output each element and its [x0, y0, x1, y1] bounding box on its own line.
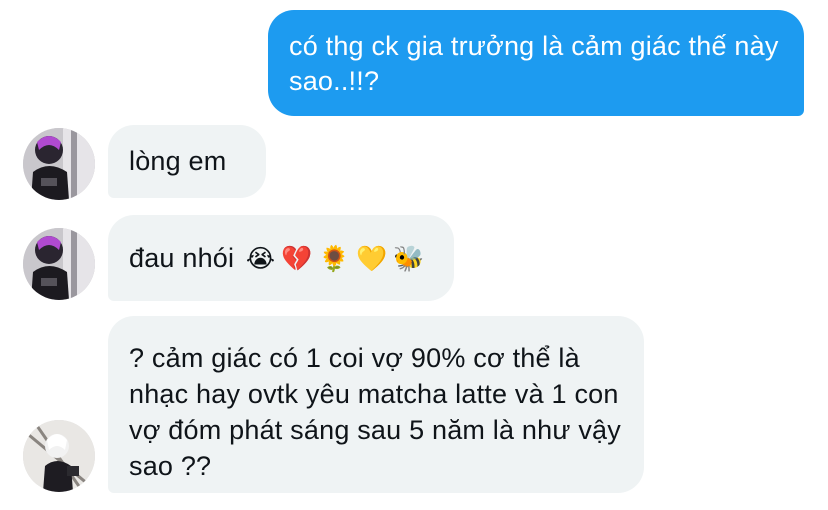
loudly-crying-face-emoji: 😭 — [245, 245, 276, 273]
sunflower-emoji: 🌻 — [318, 245, 350, 273]
avatar-image — [23, 128, 95, 200]
yellow-heart-emoji: 💛 — [355, 245, 388, 273]
avatar-image — [23, 228, 95, 300]
message-bubble-received[interactable]: đau nhói 😭 💔 🌻 💛 🐝 — [108, 215, 454, 301]
chat-thread: có thg ck gia trưởng là cảm giác thế này… — [0, 0, 828, 510]
message-bubble-received[interactable]: lòng em — [108, 125, 266, 198]
avatar[interactable] — [23, 228, 95, 300]
message-text: đau nhói — [129, 243, 235, 273]
message-text: lòng em — [129, 146, 227, 176]
honeybee-emoji: 🐝 — [393, 245, 425, 273]
message-bubble-received[interactable]: ? cảm giác có 1 coi vợ 90% cơ thể là nhạ… — [108, 316, 644, 493]
message-text: có thg ck gia trưởng là cảm giác thế này… — [289, 31, 779, 96]
message-text: ? cảm giác có 1 coi vợ 90% cơ thể là nhạ… — [129, 343, 621, 481]
avatar-image — [23, 420, 95, 492]
avatar[interactable] — [23, 420, 95, 492]
avatar[interactable] — [23, 128, 95, 200]
message-bubble-sent[interactable]: có thg ck gia trưởng là cảm giác thế này… — [268, 10, 804, 116]
broken-heart-emoji: 💔 — [281, 245, 313, 273]
emoji-row: 😭 💔 🌻 💛 🐝 — [246, 243, 431, 273]
